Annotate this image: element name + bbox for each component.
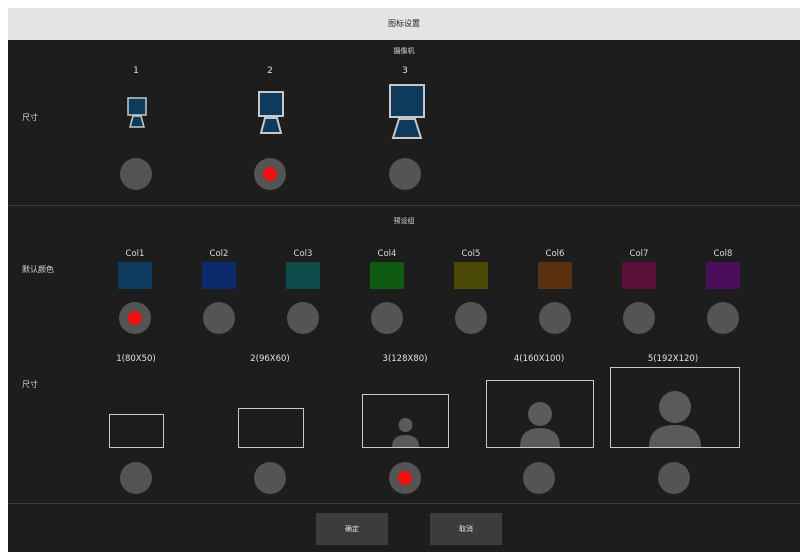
default-color-label: 默认颜色 <box>22 265 54 274</box>
color-8-label: Col8 <box>713 249 733 259</box>
color-8-swatch <box>706 262 740 289</box>
color-8-radio[interactable] <box>707 302 739 334</box>
color-5-radio[interactable] <box>455 302 487 334</box>
icon-settings-dialog: 图标设置 摄像机 尺寸 1 2 3 预设组 默认颜色 Col1 Col2 Col… <box>8 8 800 552</box>
radio-selected-dot <box>128 311 142 325</box>
camera-size-3-label: 3 <box>402 66 408 76</box>
color-7-label: Col7 <box>629 249 649 259</box>
camera-size-3-radio[interactable] <box>389 158 421 190</box>
preset-size-2-preview <box>238 408 304 448</box>
radio-selected-dot <box>398 471 412 485</box>
preset-size-1-label: 1(80X50) <box>116 354 156 364</box>
color-7-swatch <box>622 262 656 289</box>
camera-size-2-radio[interactable] <box>254 158 286 190</box>
preset-size-3-radio[interactable] <box>389 462 421 494</box>
color-1-swatch <box>118 262 152 289</box>
preset-size-5-label: 5(192X120) <box>647 354 699 364</box>
cancel-button[interactable]: 取消 <box>430 513 502 545</box>
camera-size-1-label: 1 <box>133 66 139 76</box>
color-4-radio[interactable] <box>371 302 403 334</box>
color-5-swatch <box>454 262 488 289</box>
camera-icon-large <box>389 84 425 139</box>
color-2-swatch <box>202 262 236 289</box>
ok-button[interactable]: 确定 <box>316 513 388 545</box>
preset-size-3-preview <box>362 394 449 448</box>
camera-size-label: 尺寸 <box>22 113 38 122</box>
preset-size-4-label: 4(160X100) <box>513 354 565 364</box>
preset-size-2-label: 2(96X60) <box>250 354 290 364</box>
preset-size-1-radio[interactable] <box>120 462 152 494</box>
color-5-label: Col5 <box>461 249 481 259</box>
camera-section-title: 摄像机 <box>393 47 415 55</box>
preset-size-3-label: 3(128X80) <box>382 354 428 364</box>
camera-icon-small <box>127 97 147 128</box>
color-2-radio[interactable] <box>203 302 235 334</box>
color-1-label: Col1 <box>125 249 145 259</box>
camera-icon-medium <box>258 91 284 134</box>
preset-size-2-radio[interactable] <box>254 462 286 494</box>
radio-selected-dot <box>263 167 277 181</box>
preset-size-label: 尺寸 <box>22 380 38 389</box>
person-icon <box>649 391 701 447</box>
section-divider <box>8 205 800 206</box>
color-7-radio[interactable] <box>623 302 655 334</box>
dialog-title: 图标设置 <box>8 8 800 40</box>
color-3-label: Col3 <box>293 249 313 259</box>
color-6-radio[interactable] <box>539 302 571 334</box>
color-3-swatch <box>286 262 320 289</box>
color-6-label: Col6 <box>545 249 565 259</box>
color-4-label: Col4 <box>377 249 397 259</box>
camera-size-1-radio[interactable] <box>120 158 152 190</box>
preset-size-5-preview <box>610 367 740 448</box>
preset-size-1-preview <box>109 414 164 448</box>
color-3-radio[interactable] <box>287 302 319 334</box>
color-4-swatch <box>370 262 404 289</box>
camera-size-2-label: 2 <box>267 66 273 76</box>
person-icon <box>392 418 419 447</box>
preset-section-title: 预设组 <box>393 217 415 225</box>
preset-size-5-radio[interactable] <box>658 462 690 494</box>
color-1-radio[interactable] <box>119 302 151 334</box>
footer-divider <box>8 503 800 504</box>
preset-size-4-radio[interactable] <box>523 462 555 494</box>
color-2-label: Col2 <box>209 249 229 259</box>
person-icon <box>520 402 560 447</box>
color-6-swatch <box>538 262 572 289</box>
preset-size-4-preview <box>486 380 594 448</box>
